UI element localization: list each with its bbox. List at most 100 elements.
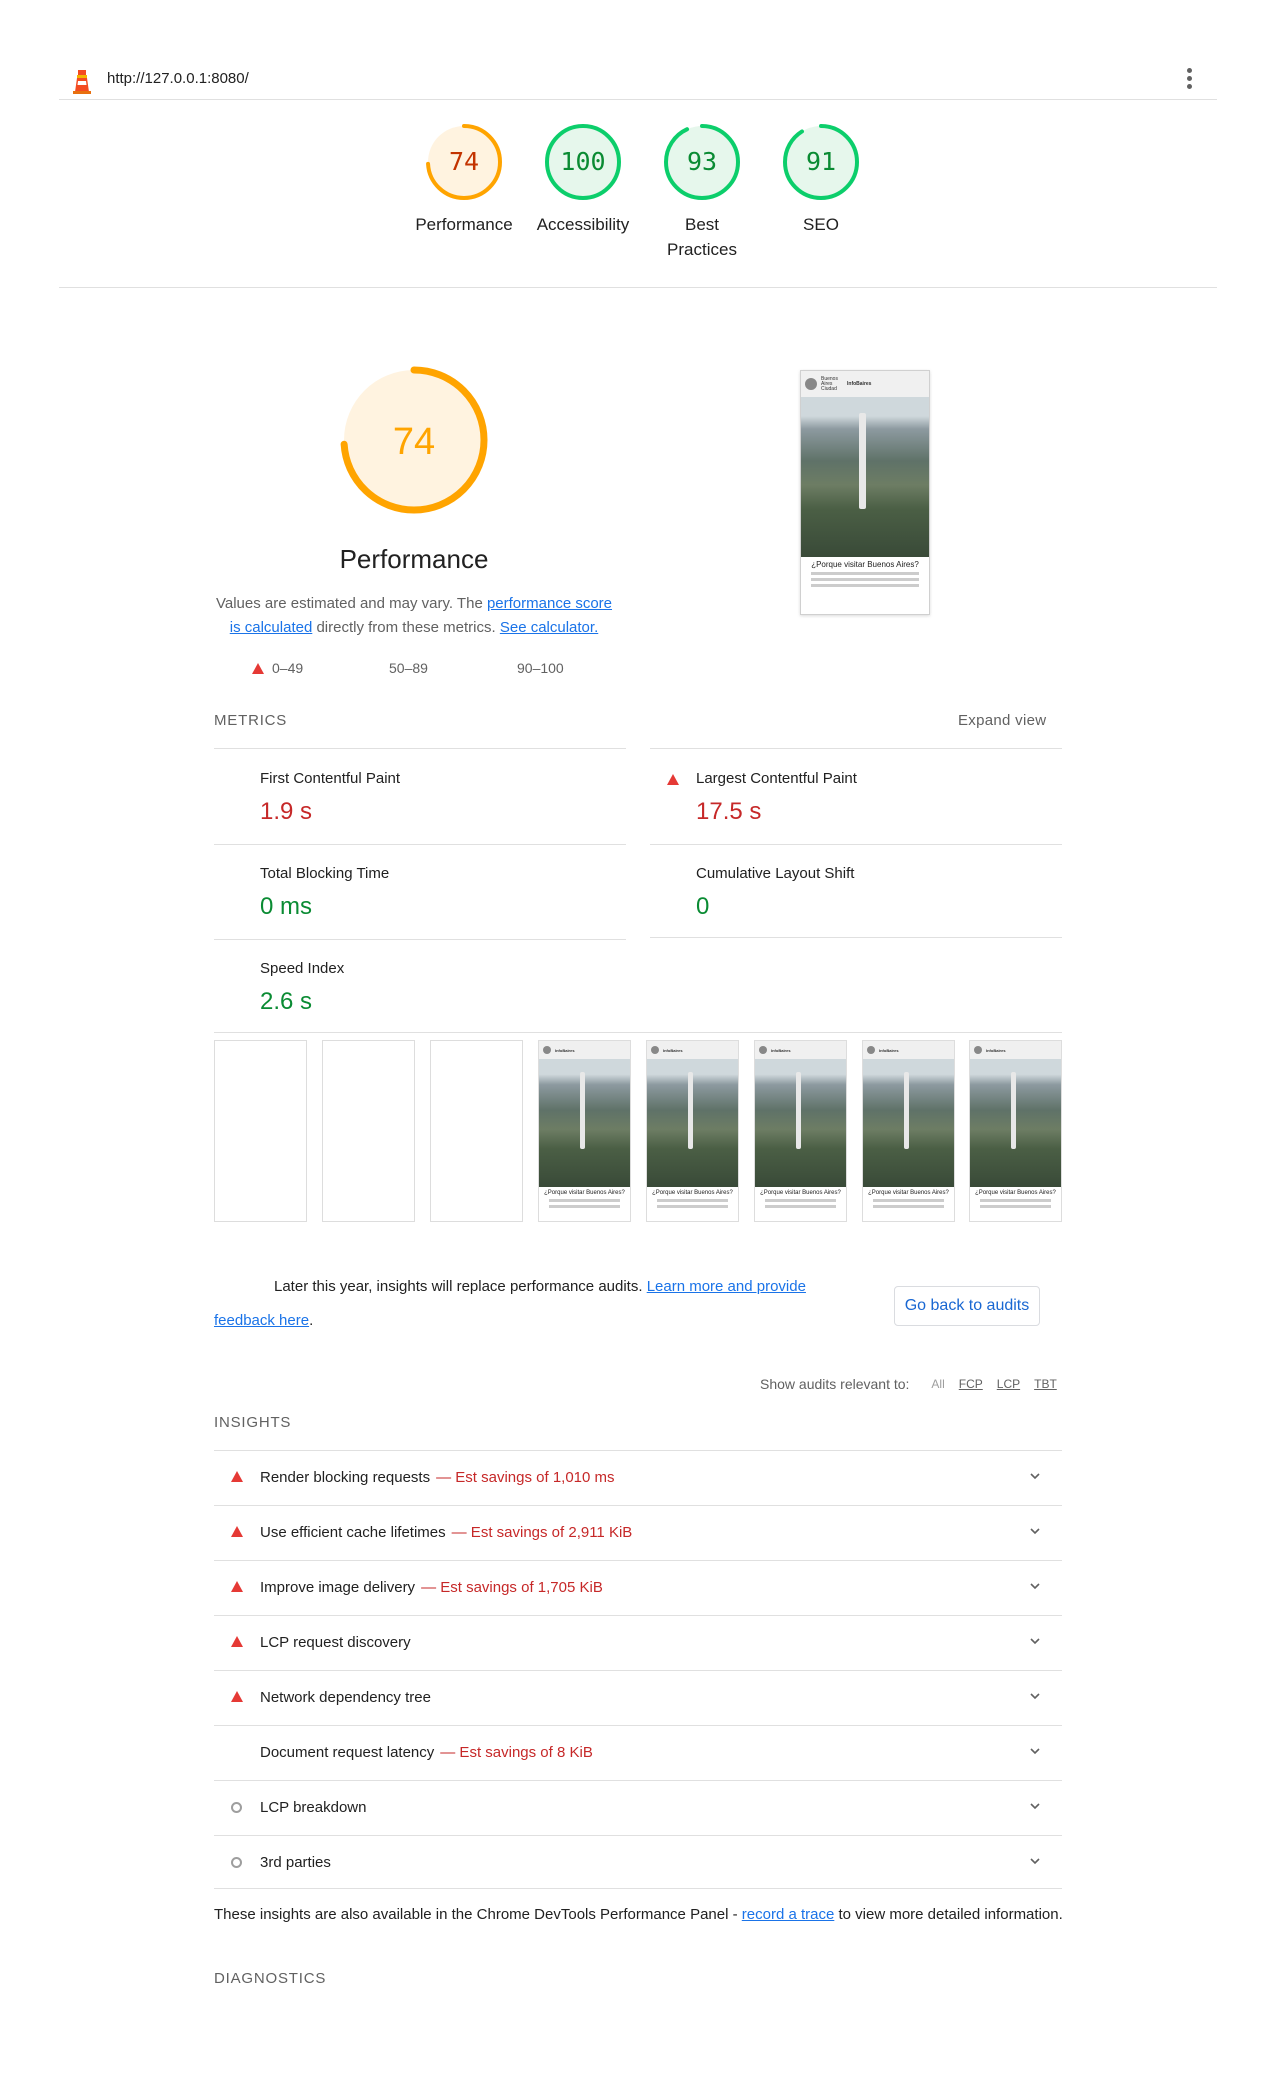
insight-row[interactable]: Improve image delivery — Est savings of 1… [214,1560,1062,1615]
report-topbar: http://127.0.0.1:8080/ [59,64,1217,100]
metric-name: Largest Contentful Paint [696,770,857,787]
insight-title: Document request latency [260,1744,435,1761]
metric-name: Cumulative Layout Shift [696,865,855,882]
fail-triangle-icon [231,1581,243,1592]
note-text: to view more detailed information. [834,1906,1063,1923]
desc-text: Values are estimated and may vary. The [215,595,487,612]
info-circle-icon [231,1857,242,1868]
chevron-down-icon[interactable] [1028,1469,1042,1483]
chevron-down-icon[interactable] [1028,1799,1042,1813]
chevron-down-icon[interactable] [1028,1854,1042,1868]
insights-heading: INSIGHTS [214,1414,292,1431]
metric-value: 17.5 s [696,798,762,825]
insight-title: Render blocking requests [260,1469,431,1486]
metrics-heading: METRICS [214,712,288,729]
legend-average: 50–89 [389,660,428,676]
insight-title: Network dependency tree [260,1689,431,1706]
gauge-score: 100 [560,147,605,176]
insights-callout: Later this year, insights will replace p… [214,1270,854,1338]
go-back-to-audits-button[interactable]: Go back to audits [894,1286,1040,1326]
insight-row[interactable]: 3rd parties [214,1835,1062,1890]
filter-all[interactable]: All [931,1377,944,1391]
fail-triangle-icon [231,1636,243,1647]
chevron-down-icon[interactable] [1028,1744,1042,1758]
gauge-label: Performance [415,215,513,234]
insight-title: LCP breakdown [260,1799,367,1816]
insights-note: These insights are also available in the… [214,1906,1063,1923]
insight-row[interactable]: Use efficient cache lifetimes — Est savin… [214,1505,1062,1560]
insight-row[interactable]: Network dependency tree [214,1670,1062,1725]
gauge-accessibility[interactable]: 100 Accessibility [523,122,643,237]
gauge-score: 91 [806,147,836,176]
gauge-ring-icon: 91 [783,124,859,200]
gauge-ring-icon: 100 [545,124,621,200]
diagnostics-heading: DIAGNOSTICS [214,1970,327,1987]
insight-savings: — Est savings of 1,010 ms [436,1469,615,1486]
gauge-label: Accessibility [536,215,630,234]
metric-value: 2.6 s [260,988,313,1015]
metric-value: 1.9 s [260,798,313,825]
filter-fcp[interactable]: FCP [959,1377,983,1391]
insight-savings: — Est savings of 2,911 KiB [451,1524,633,1541]
gauge-ring-icon: 74 [426,124,502,200]
metric-name: Speed Index [260,960,345,977]
fail-triangle-icon [231,1526,243,1537]
thumb-site: InfoBaires [847,381,872,387]
thumb-logo-icon [805,378,817,390]
fail-triangle-icon [231,1471,243,1482]
thumb-caption: ¿Porque visitar Buenos Aires? [811,560,919,569]
insight-title: 3rd parties [260,1854,331,1871]
callout-end: . [309,1312,314,1329]
pass-circle-icon [498,663,509,674]
filmstrip-frame [214,1040,307,1222]
gauge-ring-icon: 93 [664,124,740,200]
performance-description: Values are estimated and may vary. The p… [214,592,614,640]
average-square-icon [370,663,381,674]
gauge-score: 74 [449,147,479,176]
gauge-seo[interactable]: 91 SEO [761,122,881,237]
filmstrip-frame: InfoBaires ¿Porque visitar Buenos Aires? [754,1040,847,1222]
record-trace-link[interactable]: record a trace [742,1906,835,1923]
info-circle-icon [231,1802,242,1813]
more-options-icon[interactable] [1187,68,1193,90]
final-screenshot[interactable]: Buenos Aires Ciudad InfoBaires ¿Porque v… [800,370,930,615]
legend-pass: 90–100 [517,660,564,676]
chevron-down-icon[interactable] [1028,1634,1042,1648]
insight-savings: — Est savings of 8 KiB [440,1744,593,1761]
insight-row[interactable]: LCP request discovery [214,1615,1062,1670]
gauge-performance[interactable]: 74 Performance [404,122,524,237]
desc-text: directly from these metrics. [312,619,500,636]
performance-gauge: 74 [340,366,488,514]
metric-value: 0 [696,893,710,920]
filter-label: Show audits relevant to: [760,1376,910,1392]
insight-row[interactable]: Document request latency — Est savings of… [214,1725,1062,1780]
insight-row[interactable]: Render blocking requests — Est savings of… [214,1450,1062,1505]
fail-triangle-icon [231,1691,243,1702]
lighthouse-logo-icon [73,70,91,94]
note-text: These insights are also available in the… [214,1906,742,1923]
filter-lcp[interactable]: LCP [997,1377,1020,1391]
chevron-down-icon[interactable] [1028,1689,1042,1703]
thumb-photo [801,397,929,557]
insight-row[interactable]: LCP breakdown [214,1780,1062,1835]
performance-score: 74 [393,421,435,463]
report-url[interactable]: http://127.0.0.1:8080/ [107,70,249,87]
gauge-best-practices[interactable]: 93 Best Practices [642,122,762,262]
chevron-down-icon[interactable] [1028,1524,1042,1538]
expand-view-toggle[interactable]: Expand view [958,712,1046,729]
gauge-score: 93 [687,147,717,176]
gauge-label: Best Practices [667,215,737,259]
chevron-down-icon[interactable] [1028,1579,1042,1593]
metric-name: First Contentful Paint [260,770,401,787]
metric-name: Total Blocking Time [260,865,390,882]
gauge-label: SEO [803,215,839,234]
filmstrip-frame: InfoBaires ¿Porque visitar Buenos Aires? [646,1040,739,1222]
callout-text: Later this year, insights will replace p… [274,1278,647,1295]
filter-tbt[interactable]: TBT [1034,1377,1057,1391]
filmstrip-frame [322,1040,415,1222]
insight-title: Use efficient cache lifetimes [260,1524,446,1541]
audit-filter: Show audits relevant to: All FCP LCP TBT [760,1376,1057,1392]
thumb-header: Buenos Aires Ciudad InfoBaires [801,371,929,397]
see-calculator-link[interactable]: See calculator. [500,619,598,636]
metric-value: 0 ms [260,893,313,920]
